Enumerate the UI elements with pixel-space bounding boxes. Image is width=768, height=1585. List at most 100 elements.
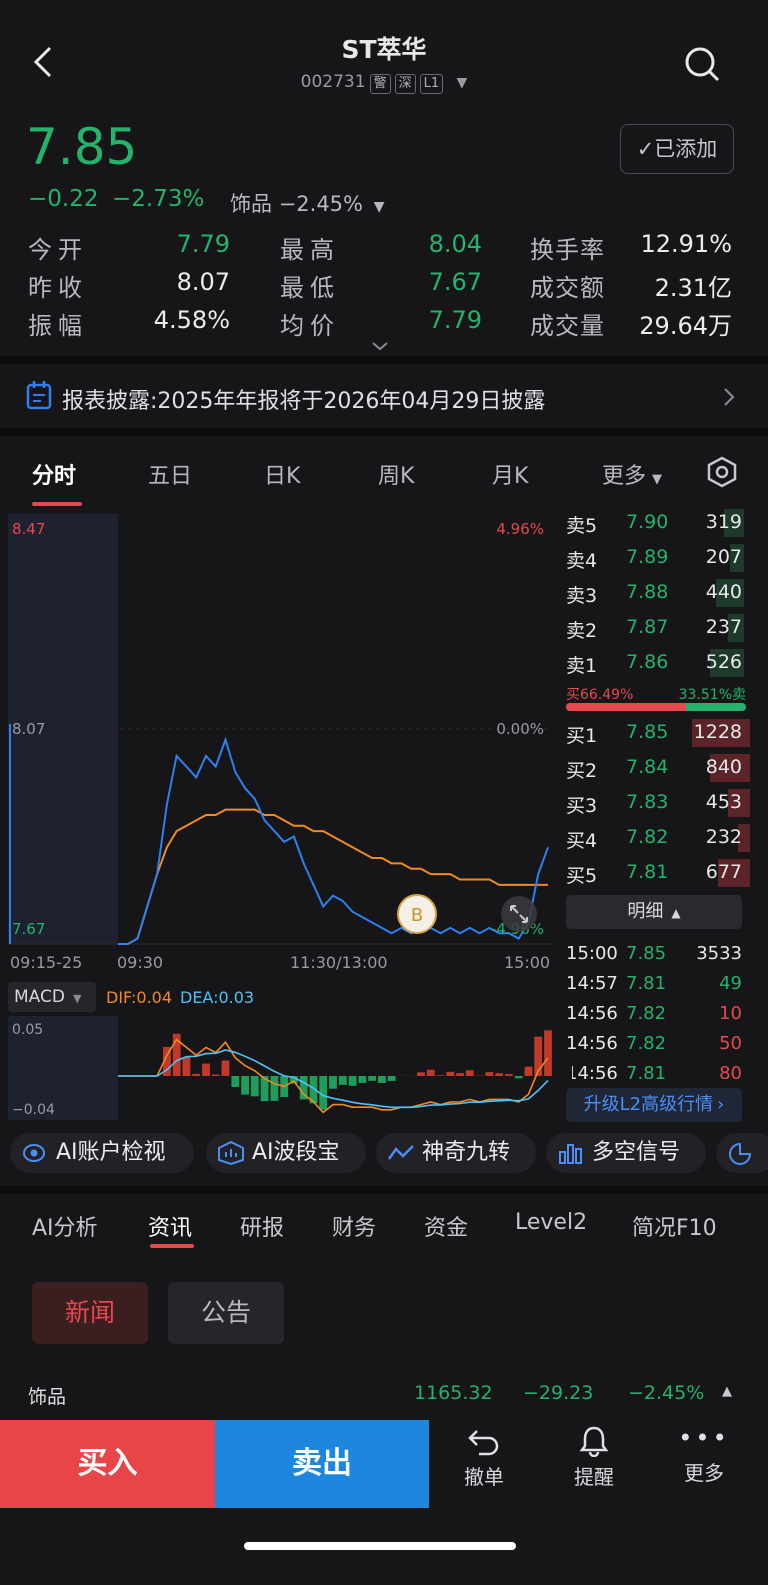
bid-level: 买5 [566, 865, 598, 887]
ai-wave-button[interactable]: AI波段宝 [206, 1133, 366, 1173]
ask-price: 7.86 [626, 651, 669, 673]
home-indicator [244, 1542, 516, 1550]
tab-finance[interactable]: 财务 [332, 1210, 376, 1242]
tab-intraday[interactable]: 分时 [32, 458, 76, 490]
sector-link[interactable]: 饰品 −2.45% ▼ [230, 188, 384, 218]
macd-dea: DEA:0.03 [180, 988, 255, 1007]
ask-volume: 526 [705, 651, 742, 673]
zigzag-icon [388, 1145, 414, 1160]
tab-more-label: 更多 [602, 464, 647, 489]
macd-bar [378, 1076, 386, 1083]
macd-bar [231, 1076, 240, 1087]
buy-sell-ratio: 买66.49% 33.51%卖 [566, 684, 746, 703]
long-short-signal-button[interactable]: 多空信号 [546, 1133, 706, 1173]
macd-bar [436, 1075, 445, 1076]
bid-row[interactable]: 买5 7.81 677 [566, 857, 752, 889]
time-label: 15:00 [504, 953, 551, 972]
tab-level2[interactable]: Level2 [515, 1210, 587, 1235]
sector-pct: −2.45% [278, 192, 363, 216]
trade-row: 15:00 7.85 3533 [566, 943, 752, 973]
ask-row[interactable]: 卖2 7.87 237 [566, 612, 752, 644]
more-button[interactable]: ••• 更多 [660, 1425, 748, 1505]
search-icon[interactable] [684, 46, 720, 82]
tab-daily-k[interactable]: 日K [264, 458, 300, 490]
fullscreen-button[interactable] [501, 896, 537, 932]
macd-chart[interactable]: 0.05 −0.04 [8, 1016, 552, 1120]
ask-price: 7.90 [626, 511, 669, 533]
price-mid-label: 8.07 [12, 720, 45, 738]
tab-five-day[interactable]: 五日 [148, 458, 192, 490]
announcement-tab-button[interactable]: 公告 [168, 1282, 284, 1344]
ratio-bar-buy [566, 703, 686, 711]
pill-label: 多空信号 [592, 1140, 681, 1165]
bid-row[interactable]: 买1 7.85 1228 [566, 717, 752, 749]
expand-chevron-icon[interactable] [370, 340, 390, 352]
trade-volume: 3533 [696, 943, 742, 964]
sector-name: 饰品 [230, 192, 272, 216]
more-tools-button[interactable] [716, 1133, 768, 1173]
trade-price: 7.82 [626, 1003, 667, 1024]
report-notice[interactable]: 报表披露:2025年年报将于2026年04月29日披露 [0, 364, 768, 428]
ask-row[interactable]: 卖1 7.86 526 [566, 647, 752, 679]
ask-volume: 319 [705, 511, 742, 533]
tab-monthly-k[interactable]: 月K [492, 458, 528, 490]
tab-capital[interactable]: 资金 [424, 1210, 468, 1242]
bid-volume: 840 [705, 756, 742, 778]
ask-level: 卖3 [566, 585, 598, 607]
ask-row[interactable]: 卖3 7.88 440 [566, 577, 752, 609]
bid-row[interactable]: 买3 7.83 453 [566, 787, 752, 819]
stat-value: 12.91% [640, 230, 732, 258]
macd-dif: DIF:0.04 [106, 988, 173, 1007]
buy-button[interactable]: 买入 [0, 1420, 215, 1508]
pct-mid-label: 0.00% [496, 720, 544, 738]
ask-volume: 207 [705, 546, 742, 568]
sector-pct: −2.45% [628, 1382, 705, 1404]
sell-button[interactable]: 卖出 [215, 1420, 429, 1508]
upgrade-l2-button[interactable]: 升级L2高级行情 › [566, 1088, 742, 1122]
tab-news-info[interactable]: 资讯 [148, 1210, 192, 1242]
news-tab-button[interactable]: 新闻 [32, 1282, 148, 1344]
macd-selector[interactable]: MACD ▼ [8, 982, 96, 1012]
time-label: 09:30 [117, 953, 164, 972]
settings-hex-icon[interactable] [706, 456, 738, 488]
tab-research[interactable]: 研报 [240, 1210, 284, 1242]
tab-more[interactable]: 更多 ▼ [602, 458, 662, 490]
ai-account-review-button[interactable]: AI账户检视 [10, 1133, 194, 1173]
bid-row[interactable]: 买4 7.82 232 [566, 822, 752, 854]
ask-row[interactable]: 卖4 7.89 207 [566, 542, 752, 574]
ask-price: 7.89 [626, 546, 669, 568]
ask-row[interactable]: 卖5 7.90 319 [566, 507, 752, 539]
macd-bar [387, 1076, 396, 1081]
price-change-pct: −2.73% [112, 186, 205, 212]
pct-top-label: 4.96% [496, 520, 544, 538]
macd-histogram [163, 1030, 552, 1110]
check-icon: ✓ [636, 137, 655, 161]
divider [0, 356, 768, 364]
price-line [118, 736, 549, 945]
bid-row[interactable]: 买2 7.84 840 [566, 752, 752, 784]
trade-time: 14:56 [566, 1003, 618, 1024]
trade-volume: 80 [719, 1063, 742, 1079]
nine-turn-button[interactable]: 神奇九转 [376, 1133, 536, 1173]
caret-up-icon: ▲ [722, 1384, 732, 1399]
tag-level: L1 [419, 74, 444, 94]
trade-volume: 49 [719, 973, 742, 994]
tag-market: 深 [394, 74, 416, 94]
sector-row[interactable]: 饰品 1165.32 −29.23 −2.45% ▲ [0, 1370, 768, 1418]
tab-weekly-k[interactable]: 周K [378, 458, 414, 490]
time-label: 11:30/13:00 [290, 953, 388, 972]
cancel-order-button[interactable]: 撤单 [440, 1425, 528, 1505]
trade-price: 7.81 [626, 973, 667, 994]
intraday-chart[interactable]: 8.47 8.07 7.67 4.96% 0.00% -4.96% B [8, 514, 552, 954]
ask-volume: 237 [705, 616, 742, 638]
added-button[interactable]: ✓已添加 [620, 124, 734, 174]
tab-ai-analysis[interactable]: AI分析 [32, 1210, 98, 1242]
alert-button[interactable]: 提醒 [550, 1425, 638, 1505]
detail-toggle[interactable]: 明细 ▲ [566, 895, 742, 929]
tab-f10[interactable]: 简况F10 [632, 1210, 717, 1242]
stock-code-row[interactable]: 002731 警深 L1 ▼ [0, 72, 768, 94]
trade-time: 14:56 [572, 1063, 618, 1079]
macd-top-label: 0.05 [12, 1022, 43, 1038]
stat-value: 8.07 [176, 268, 230, 296]
bid-price: 7.84 [626, 756, 669, 778]
